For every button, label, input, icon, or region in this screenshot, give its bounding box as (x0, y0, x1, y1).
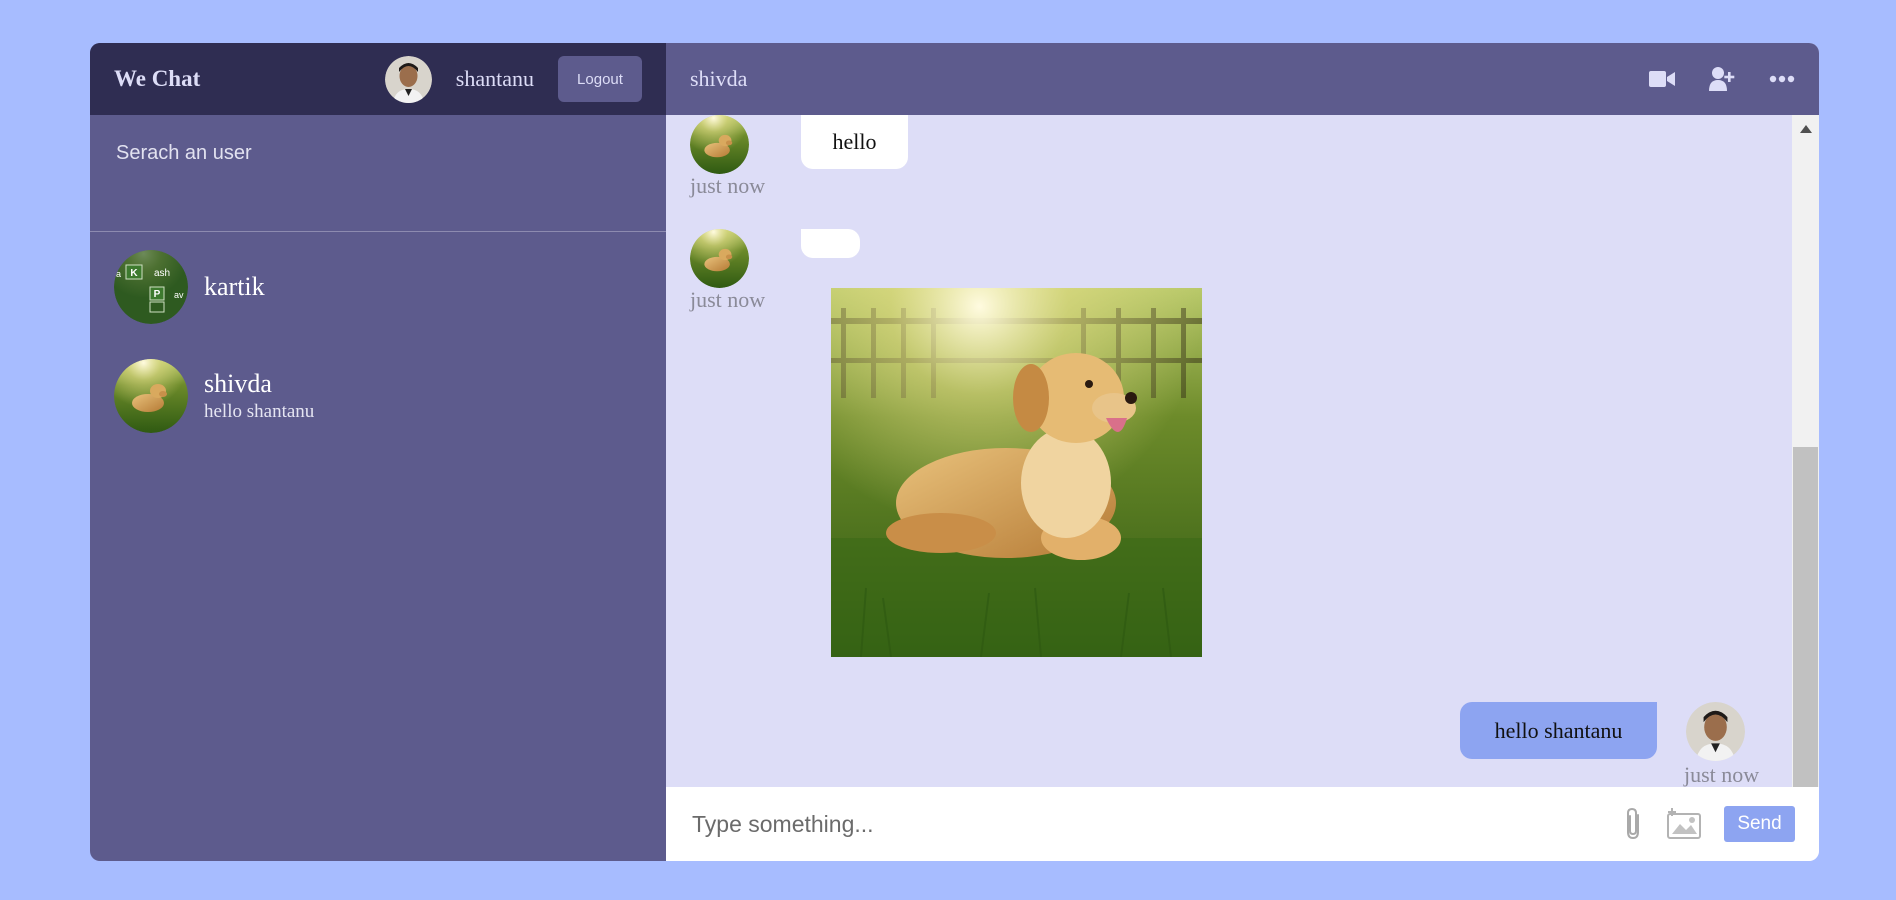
avatar (1686, 702, 1745, 761)
message-bubble: hello shantanu (1460, 702, 1657, 759)
message-image[interactable] (831, 288, 1202, 657)
current-user-name: shantanu (455, 66, 534, 91)
add-image-icon[interactable] (1666, 808, 1702, 840)
avatar (114, 358, 188, 433)
chat-app: We Chat shantanu Logout K (90, 43, 1819, 861)
scroll-up-arrow-icon[interactable] (1792, 119, 1819, 139)
chat-last-message: hello shantanu (204, 400, 315, 422)
svg-text:P: P (154, 289, 161, 300)
message-input[interactable] (690, 809, 1622, 839)
add-user-icon[interactable] (1709, 67, 1735, 91)
scrollbar[interactable] (1792, 115, 1819, 830)
app-logo: We Chat (114, 66, 201, 91)
current-user: shantanu Logout (384, 55, 642, 103)
message-time: just now (1684, 762, 1760, 787)
avatar (384, 55, 432, 103)
svg-text:ash: ash (154, 268, 170, 279)
video-camera-icon[interactable] (1649, 69, 1675, 89)
chat-user-name: kartik (204, 271, 265, 301)
message-input-bar: Send (666, 787, 1819, 861)
message-bubble: hello (801, 115, 908, 169)
avatar: K ash P a av (114, 249, 188, 324)
scrollbar-thumb[interactable] (1793, 447, 1818, 802)
message-list: just now hello just now hello shantanu j… (666, 115, 1790, 830)
message: just now hello (666, 115, 1790, 215)
chat-panel: shivda just now hello just now hello sha… (666, 43, 1819, 861)
chat-list-item[interactable]: K ash P a av kartik (90, 232, 666, 341)
message-time: just now (690, 173, 766, 198)
navbar: We Chat shantanu Logout (90, 43, 666, 115)
svg-text:a: a (116, 269, 121, 279)
chat-header: shivda (666, 43, 1819, 115)
svg-text:K: K (130, 268, 138, 279)
message: just now (666, 229, 1790, 689)
search-input[interactable] (114, 141, 642, 166)
chat-user-name: shivda (204, 368, 272, 398)
chat-list-item[interactable]: shivda hello shantanu (90, 341, 666, 450)
chat-info: shivda hello shantanu (204, 369, 314, 423)
chat-info: kartik (204, 272, 265, 302)
avatar (690, 115, 749, 174)
sidebar: We Chat shantanu Logout K (90, 43, 666, 861)
message-text: hello (832, 129, 877, 154)
paperclip-icon[interactable] (1622, 807, 1644, 841)
send-tools: Send (1622, 806, 1795, 842)
svg-text:av: av (174, 290, 184, 300)
logout-button[interactable]: Logout (558, 56, 642, 102)
user-search (90, 115, 666, 232)
avatar (690, 229, 749, 288)
send-button[interactable]: Send (1724, 806, 1795, 842)
message-time: just now (690, 287, 766, 312)
chat-title: shivda (690, 66, 748, 91)
chat-actions (1649, 67, 1795, 91)
message-bubble (801, 229, 860, 258)
more-icon[interactable] (1769, 75, 1795, 83)
message-text: hello shantanu (1494, 717, 1623, 743)
